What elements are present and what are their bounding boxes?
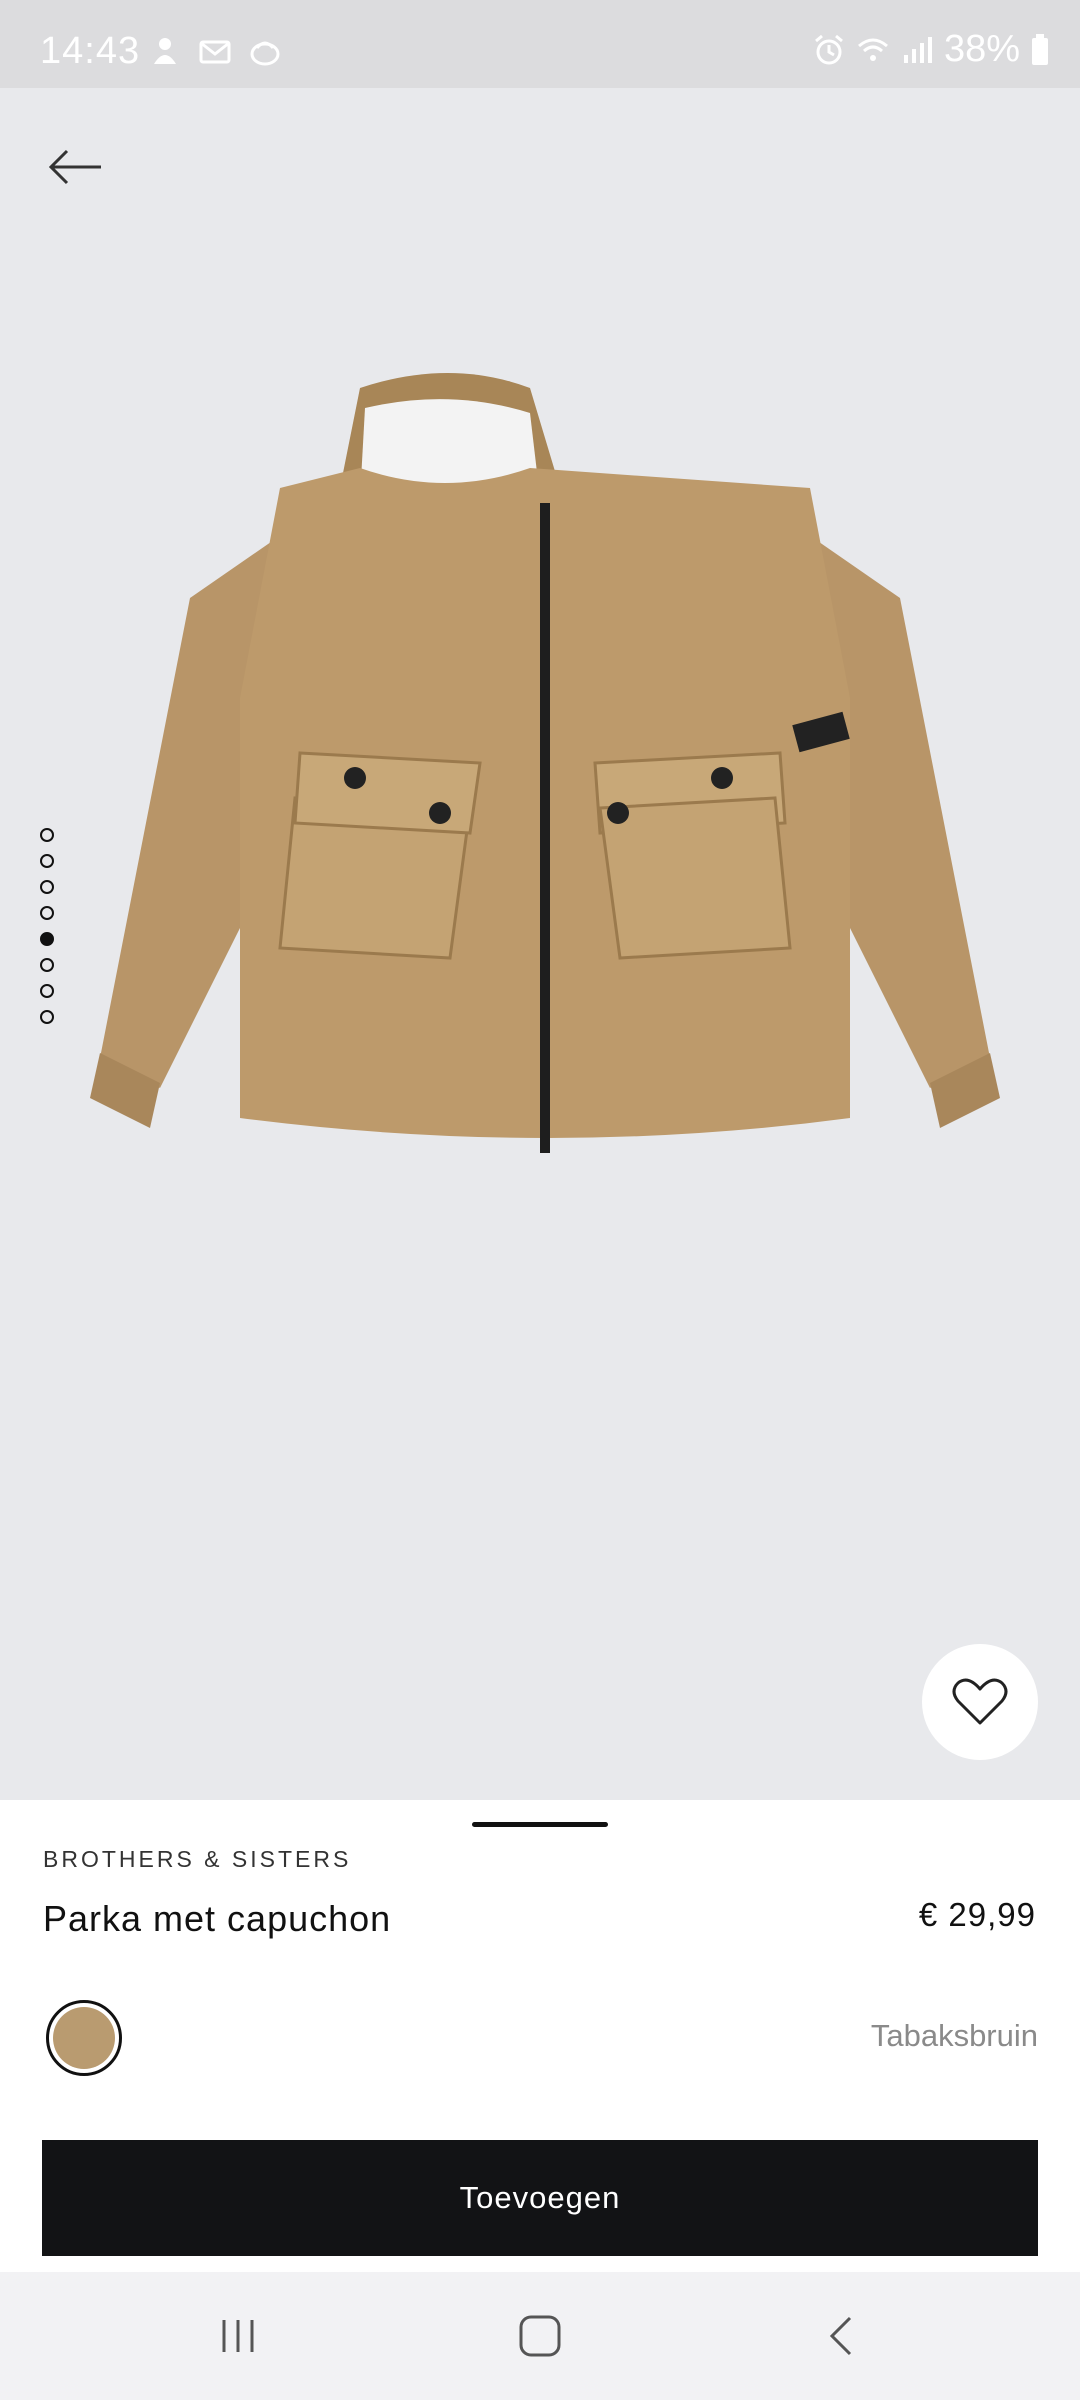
recent-apps-icon bbox=[222, 2320, 254, 2352]
home-button[interactable] bbox=[510, 2306, 570, 2366]
product-info-sheet: BROTHERS & SISTERS Parka met capuchon € … bbox=[0, 1800, 1080, 2272]
gallery-dot[interactable] bbox=[40, 906, 54, 920]
gallery-dot[interactable] bbox=[40, 854, 54, 868]
product-brand: BROTHERS & SISTERS bbox=[43, 1846, 352, 1872]
home-icon bbox=[519, 2315, 561, 2357]
arrow-left-icon bbox=[48, 149, 101, 185]
gallery-dot[interactable] bbox=[40, 932, 54, 946]
color-name: Tabaksbruin bbox=[870, 2018, 1038, 2053]
product-title: Parka met capuchon bbox=[43, 1898, 392, 1939]
status-time: 14:43 bbox=[40, 30, 141, 72]
gallery-dot[interactable] bbox=[40, 828, 54, 842]
favorite-button[interactable] bbox=[922, 1644, 1038, 1760]
status-right-icons: 38% bbox=[812, 28, 1050, 71]
alarm-icon bbox=[814, 34, 843, 64]
product-gallery[interactable] bbox=[0, 88, 1080, 1800]
wifi-icon bbox=[857, 38, 888, 61]
add-to-cart-button[interactable]: Toevoegen bbox=[42, 2140, 1038, 2256]
notification-icon bbox=[154, 38, 176, 64]
back-nav-button[interactable] bbox=[812, 2306, 872, 2366]
back-button[interactable] bbox=[40, 132, 110, 202]
sheet-handle[interactable] bbox=[472, 1822, 608, 1827]
status-left-icons bbox=[148, 34, 282, 68]
status-bar: 14:43 38% bbox=[0, 0, 1080, 88]
color-swatch-fill bbox=[53, 2007, 115, 2069]
gallery-dot[interactable] bbox=[40, 880, 54, 894]
product-image bbox=[90, 373, 1000, 1153]
navigation-bar bbox=[0, 2272, 1080, 2400]
gallery-dot[interactable] bbox=[40, 1010, 54, 1024]
product-price: € 29,99 bbox=[918, 1896, 1036, 1933]
battery-icon bbox=[1032, 33, 1048, 65]
signal-icon bbox=[903, 36, 932, 63]
gallery-dot[interactable] bbox=[40, 984, 54, 998]
mail-icon bbox=[199, 40, 231, 64]
gallery-pagination bbox=[40, 828, 60, 1036]
heart-icon bbox=[952, 1678, 1008, 1725]
app-icon bbox=[250, 41, 280, 66]
recent-apps-button[interactable] bbox=[208, 2306, 268, 2366]
gallery-dot[interactable] bbox=[40, 958, 54, 972]
battery-percent: 38% bbox=[943, 28, 1020, 70]
chevron-left-icon bbox=[829, 2316, 852, 2356]
color-swatch[interactable] bbox=[46, 2000, 122, 2076]
